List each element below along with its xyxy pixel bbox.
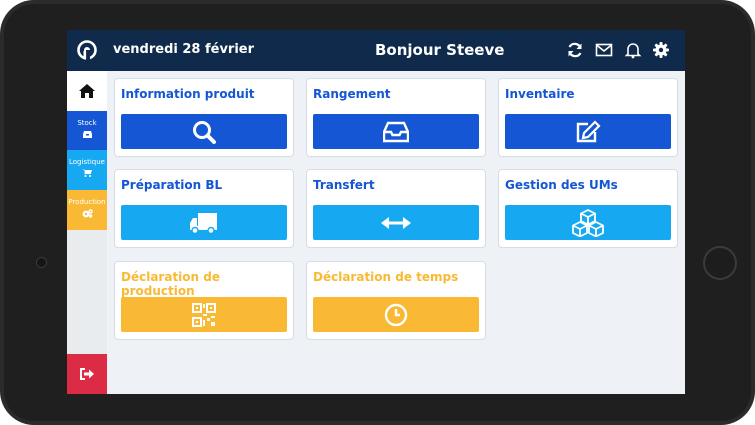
card-title: Déclaration de production (121, 270, 220, 298)
card-title: Préparation BL (121, 178, 223, 192)
cart-icon (82, 169, 92, 177)
card-information-produit: Information produit (114, 78, 294, 157)
sidebar-item-stock[interactable]: Stock (67, 111, 107, 150)
tablet-home-button[interactable] (703, 246, 737, 280)
card-title: Déclaration de temps (313, 270, 459, 284)
cogs-icon (82, 209, 93, 218)
card-inventaire: Inventaire (498, 78, 678, 157)
card-title: Transfert (313, 178, 375, 192)
card-declaration-production: Déclaration de production (114, 261, 294, 340)
card-preparation-bl: Préparation BL (114, 169, 294, 248)
sidebar-item-label: Logistique (69, 158, 105, 166)
sidebar-item-production[interactable]: Production (67, 190, 107, 230)
tablet-frame: vendredi 28 février Bonjour Steeve Stock… (0, 0, 755, 425)
logout-button[interactable] (67, 354, 107, 394)
edit-icon (576, 119, 601, 142)
current-date: vendredi 28 février (113, 42, 255, 57)
card-title: Rangement (313, 87, 391, 101)
inventaire-button[interactable] (505, 114, 671, 149)
greeting: Bonjour Steeve (375, 41, 505, 59)
card-title: Gestion des UMs (505, 178, 618, 192)
truck-icon (190, 212, 217, 234)
declaration-production-button[interactable] (121, 297, 287, 332)
mail-icon[interactable] (595, 41, 613, 59)
gestion-ums-button[interactable] (505, 205, 671, 240)
app-screen: vendredi 28 février Bonjour Steeve Stock… (67, 30, 685, 394)
card-gestion-ums: Gestion des UMs (498, 169, 678, 248)
home-icon (79, 84, 95, 98)
preparation-bl-button[interactable] (121, 205, 287, 240)
declaration-temps-button[interactable] (313, 297, 479, 332)
card-transfert: Transfert (306, 169, 486, 248)
card-declaration-temps: Déclaration de temps (306, 261, 486, 340)
rangement-button[interactable] (313, 114, 479, 149)
header-bar: vendredi 28 février Bonjour Steeve (67, 30, 685, 71)
camera (36, 257, 47, 268)
information-produit-button[interactable] (121, 114, 287, 149)
clock-icon (384, 303, 408, 326)
card-rangement: Rangement (306, 78, 486, 157)
sidebar-item-home[interactable] (67, 71, 107, 111)
bell-icon[interactable] (624, 41, 642, 59)
sidebar-item-label: Production (68, 198, 106, 206)
search-icon (193, 120, 216, 144)
gear-icon[interactable] (652, 41, 670, 59)
refresh-icon[interactable] (566, 41, 584, 59)
sidebar-item-label: Stock (77, 119, 97, 127)
inbox-icon (383, 121, 409, 142)
sidebar-item-logistique[interactable]: Logistique (67, 150, 107, 190)
inbox-icon (82, 131, 92, 138)
arrows-horizontal-icon (381, 216, 411, 229)
qrcode-icon (192, 302, 216, 327)
transfert-button[interactable] (313, 205, 479, 240)
sidebar: Stock Logistique Production (67, 71, 107, 394)
cubes-icon (572, 208, 604, 237)
card-title: Information produit (121, 87, 255, 101)
logo-icon[interactable] (77, 40, 97, 60)
logout-icon (80, 368, 94, 380)
card-title: Inventaire (505, 87, 575, 101)
